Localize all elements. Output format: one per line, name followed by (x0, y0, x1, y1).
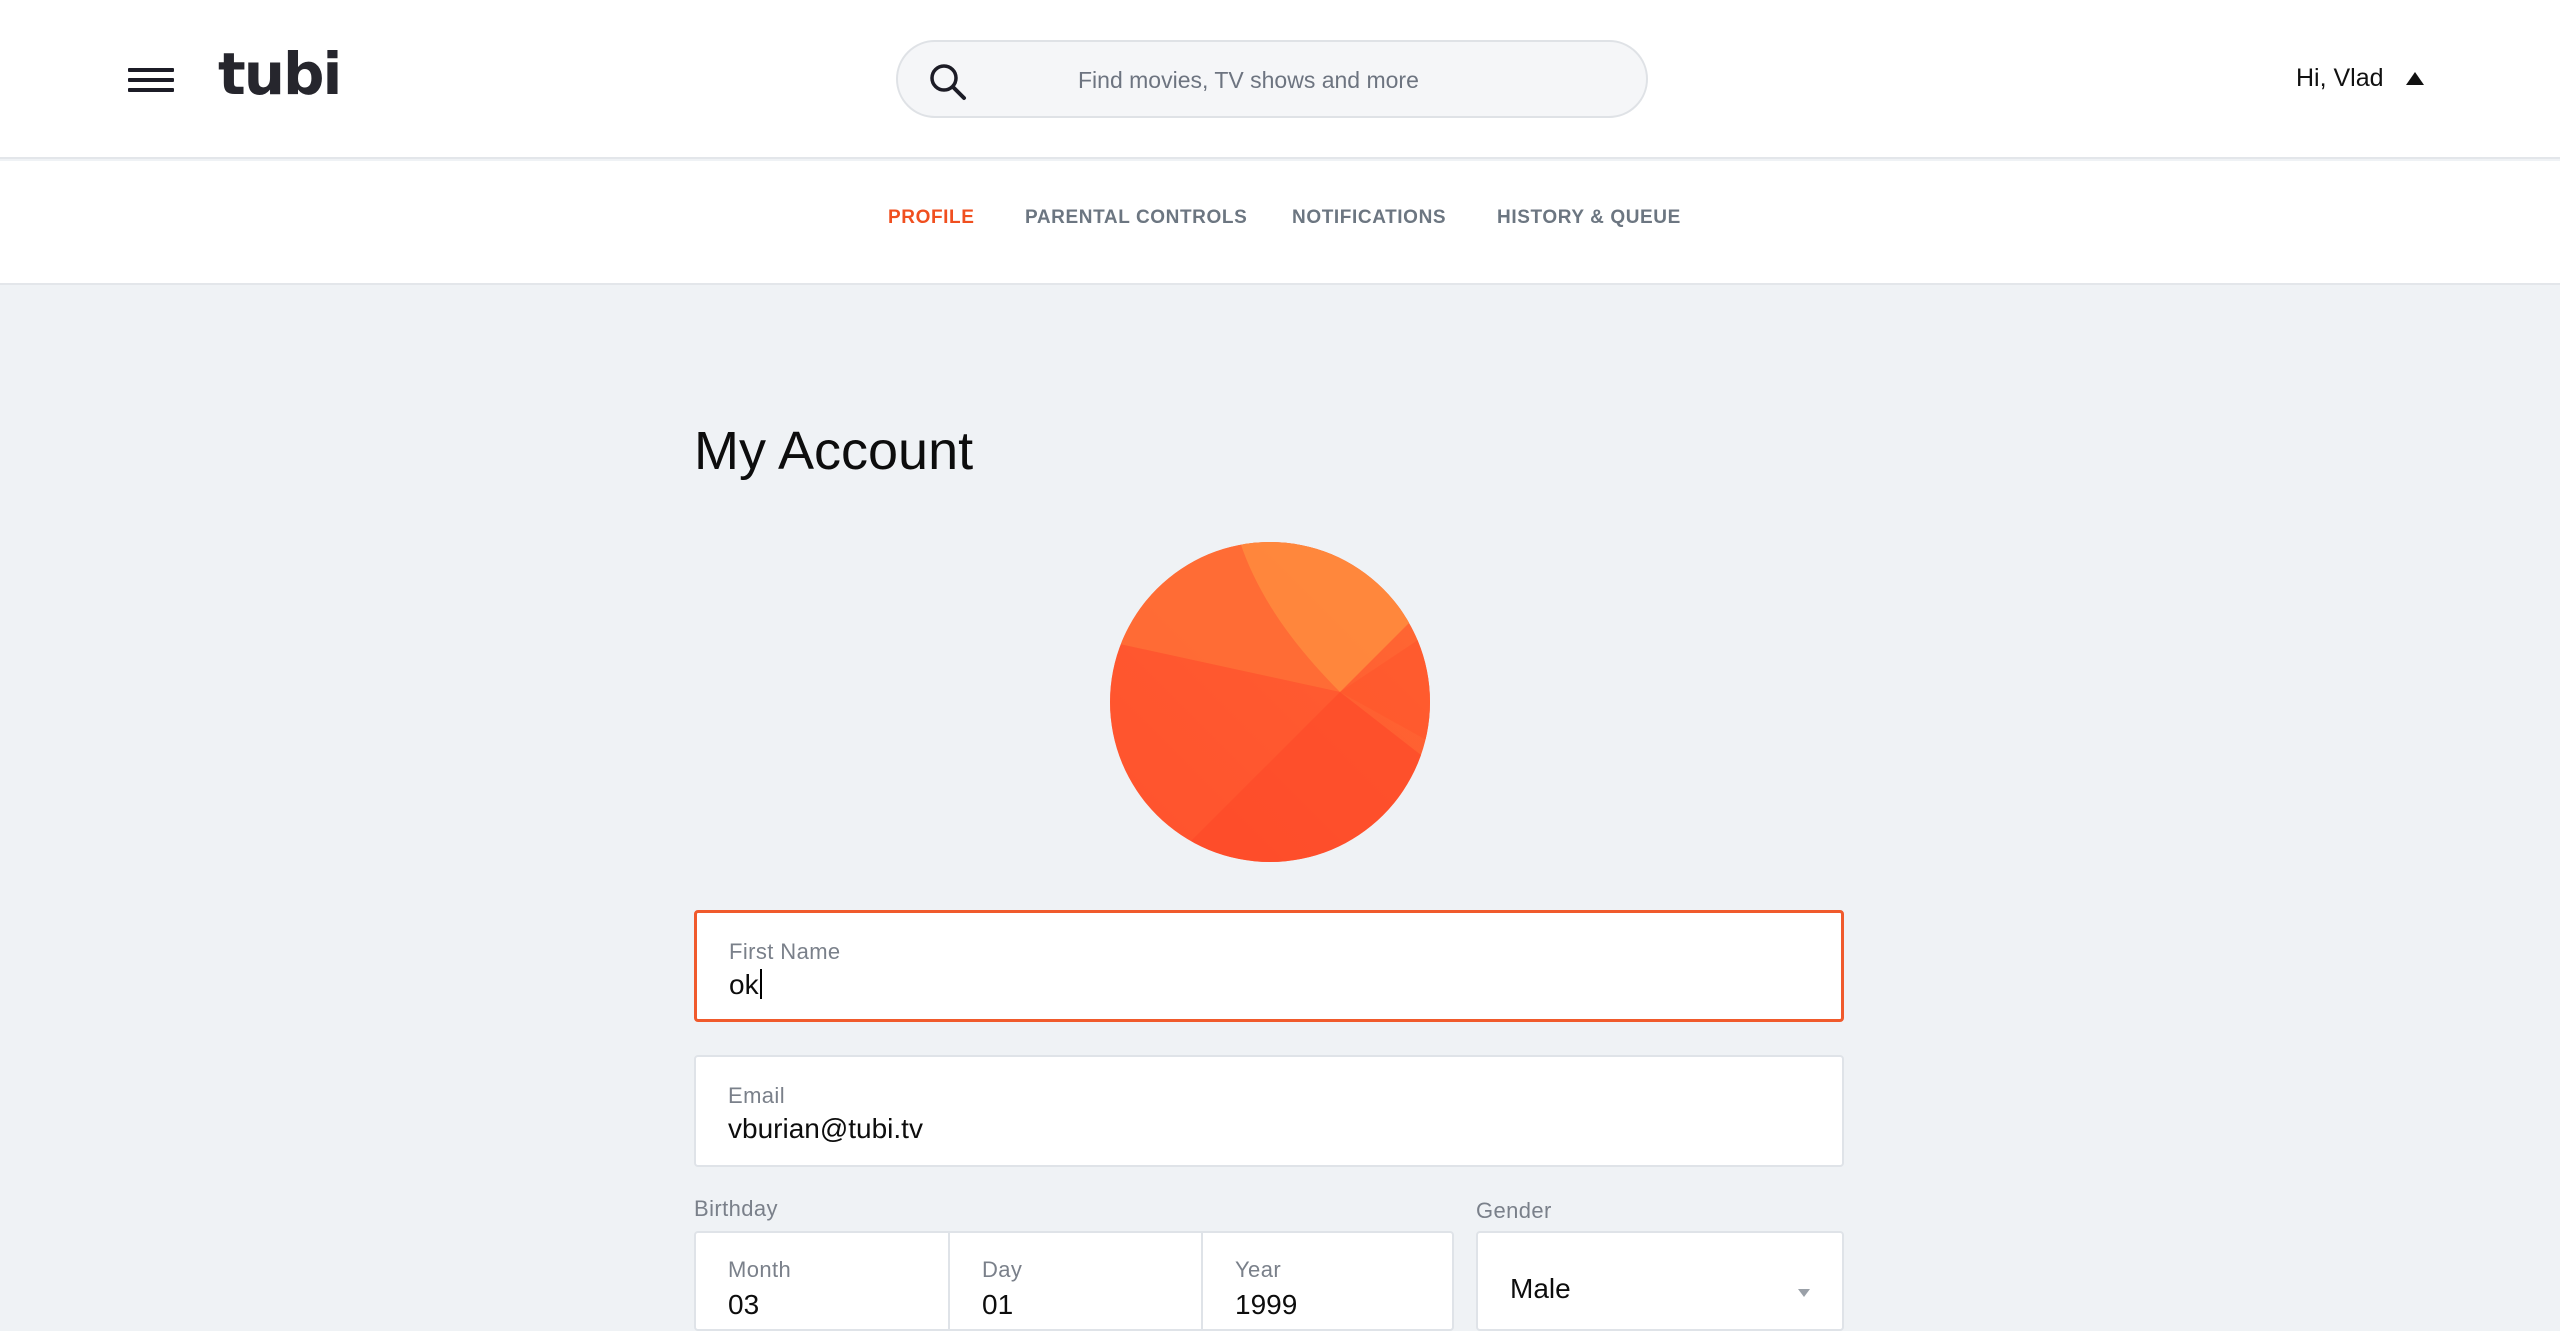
top-header: tubi Hi, Vlad (0, 0, 2560, 159)
profile-avatar[interactable] (1110, 542, 1430, 862)
birthday-label: Birthday (694, 1196, 778, 1221)
tab-notifications[interactable]: NOTIFICATIONS (1292, 207, 1446, 229)
user-menu[interactable]: Hi, Vlad (2296, 58, 2424, 98)
birthday-year-field[interactable]: Year 1999 (1203, 1233, 1452, 1329)
account-tab-bar: PROFILE PARENTAL CONTROLS NOTIFICATIONS … (0, 161, 2560, 285)
tab-parental-controls[interactable]: PARENTAL CONTROLS (1025, 207, 1247, 229)
email-field[interactable]: Email vburian@tubi.tv (694, 1055, 1844, 1167)
tab-history-queue[interactable]: HISTORY & QUEUE (1497, 207, 1681, 229)
chevron-down-icon (1798, 1289, 1810, 1297)
first-name-label: First Name (729, 939, 841, 964)
birthday-day-field[interactable]: Day 01 (950, 1233, 1203, 1329)
year-label: Year (1235, 1257, 1282, 1282)
tubi-logo[interactable]: tubi (218, 44, 342, 108)
month-label: Month (728, 1257, 792, 1282)
email-value[interactable]: vburian@tubi.tv (728, 1113, 923, 1145)
user-greeting: Hi, Vlad (2296, 63, 2384, 92)
first-name-value[interactable]: ok (729, 969, 762, 1001)
birthday-fields: Month 03 Day 01 Year 1999 (694, 1231, 1454, 1331)
gender-value: Male (1510, 1273, 1571, 1304)
year-value[interactable]: 1999 (1235, 1289, 1297, 1321)
email-label: Email (728, 1083, 786, 1108)
search-input[interactable] (1078, 62, 1598, 98)
search-bar[interactable] (896, 40, 1648, 118)
first-name-field[interactable]: First Name ok (694, 910, 1844, 1022)
birthday-month-field[interactable]: Month 03 (696, 1233, 950, 1329)
text-cursor (759, 969, 762, 999)
day-value[interactable]: 01 (982, 1289, 1013, 1321)
month-value[interactable]: 03 (728, 1289, 759, 1321)
tab-profile[interactable]: PROFILE (888, 207, 975, 229)
gender-label: Gender (1476, 1198, 1552, 1223)
caret-up-icon (2405, 71, 2424, 85)
hamburger-menu-icon[interactable] (128, 64, 176, 96)
day-label: Day (982, 1257, 1023, 1282)
page-title: My Account (694, 421, 974, 481)
gender-select[interactable]: Male (1476, 1231, 1844, 1331)
search-icon[interactable] (928, 62, 968, 102)
